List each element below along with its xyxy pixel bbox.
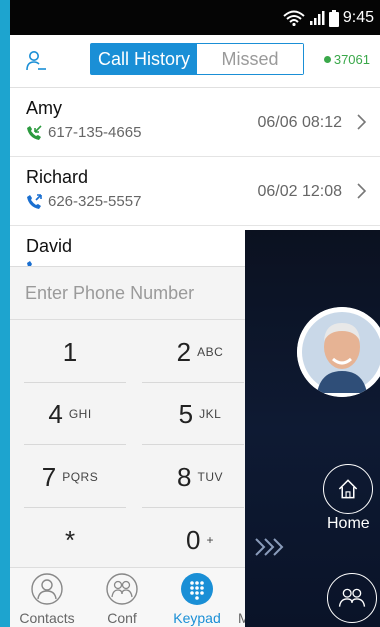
key-8[interactable]: 8 TUV — [140, 448, 260, 506]
call-datetime: 06/02 12:08 — [257, 183, 342, 201]
side-panel-overlay: Home — [245, 230, 380, 627]
call-time: 12:08 — [301, 183, 342, 200]
key-7[interactable]: 7 PQRS — [10, 448, 130, 506]
home-label: Home — [327, 515, 370, 532]
call-filter-segmented: Call History Missed — [90, 43, 304, 75]
status-icons: 9:45 — [283, 9, 374, 27]
keypad-icon — [181, 573, 213, 605]
key-digit: 1 — [62, 336, 78, 367]
caller-name: Amy — [26, 98, 62, 118]
tab-keypad[interactable]: Keypad — [162, 568, 232, 627]
wifi-icon — [283, 10, 305, 26]
tab-label: Keypad — [173, 610, 221, 626]
key-digit: 5 — [178, 398, 194, 429]
key-5[interactable]: 5 JKL — [140, 385, 260, 443]
key-letters: ABC — [197, 345, 224, 359]
key-digit: 8 — [177, 461, 192, 492]
key-digit: 0 — [186, 524, 201, 555]
key-4[interactable]: 4 GHI — [10, 385, 130, 443]
call-datetime: 06/06 08:12 — [257, 114, 342, 132]
key-digit: * — [64, 524, 76, 555]
status-time: 9:45 — [342, 9, 374, 26]
call-time: 08:12 — [301, 114, 342, 131]
tab-label: Conf — [107, 610, 137, 626]
key-letters: TUV — [197, 470, 223, 484]
key-star[interactable]: * — [10, 511, 130, 569]
call-row-richard[interactable]: Richard 626-325-5557 06/02 12:08 — [10, 157, 380, 226]
caller-detail: 617-135-4665 — [26, 124, 141, 141]
tab-contacts[interactable]: Contacts — [12, 568, 82, 627]
online-dot-icon — [323, 56, 331, 63]
tab-label: Contacts — [19, 610, 75, 626]
call-row-amy[interactable]: Amy 617-135-4665 06/06 08:12 — [10, 88, 380, 157]
key-digit: 7 — [41, 461, 57, 492]
key-2[interactable]: 2 ABC — [140, 323, 260, 381]
call-date: 06/06 — [257, 114, 298, 131]
online-status: 37061 — [323, 52, 370, 67]
conference-icon — [106, 573, 138, 605]
chevron-right-icon[interactable] — [356, 183, 368, 199]
status-bar: 9:45 — [10, 0, 380, 35]
key-digit: 2 — [176, 336, 192, 367]
key-divider — [24, 382, 126, 383]
outgoing-call-icon — [27, 193, 42, 209]
key-letters: + — [206, 533, 214, 547]
avatar-photo[interactable] — [297, 307, 380, 397]
key-letters: GHI — [68, 407, 92, 421]
double-chevron-right-icon[interactable] — [253, 536, 285, 558]
key-1[interactable]: 1 — [10, 323, 130, 381]
add-contact-icon[interactable] — [24, 49, 48, 73]
tab-conf[interactable]: Conf — [87, 568, 157, 627]
contacts-icon — [31, 573, 63, 605]
key-divider — [24, 444, 126, 445]
call-date: 06/02 — [257, 183, 298, 200]
key-divider — [142, 507, 244, 508]
caller-number: 617-135-4665 — [48, 124, 142, 141]
tab-call-history[interactable]: Call History — [91, 44, 197, 74]
chevron-right-icon[interactable] — [356, 114, 368, 130]
key-0[interactable]: 0 + — [140, 511, 260, 569]
key-divider — [142, 382, 244, 383]
caller-number: 626-325-5557 — [48, 193, 142, 210]
caller-name: Richard — [26, 167, 89, 187]
key-divider — [24, 507, 126, 508]
key-letters: JKL — [199, 407, 222, 421]
caller-detail: 626-325-5557 — [26, 193, 141, 210]
groups-icon[interactable] — [327, 573, 377, 623]
battery-icon — [328, 9, 339, 27]
signal-icon — [309, 11, 325, 25]
key-letters: PQRS — [62, 470, 99, 484]
call-history-header: Call History Missed 37061 — [10, 35, 380, 88]
online-count: 37061 — [333, 52, 370, 67]
tab-missed[interactable]: Missed — [197, 44, 303, 74]
home-icon[interactable] — [323, 464, 373, 514]
key-digit: 4 — [48, 398, 63, 429]
caller-name: David — [26, 236, 73, 256]
key-divider — [142, 444, 244, 445]
incoming-call-icon — [27, 124, 42, 140]
